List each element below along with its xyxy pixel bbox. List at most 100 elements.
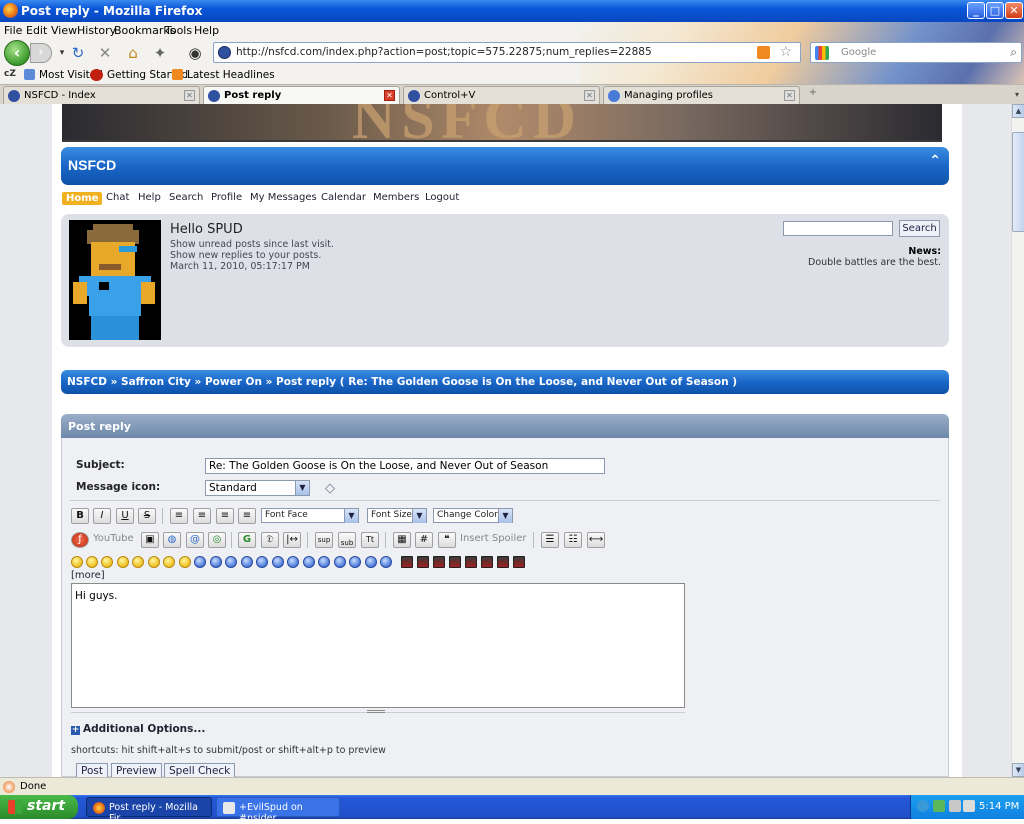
collapse-header-icon[interactable]: ⌃ (929, 153, 941, 169)
menu-tools[interactable]: Tools (165, 24, 192, 37)
smiley-icon[interactable] (241, 556, 253, 568)
sprite-icon[interactable] (401, 556, 413, 568)
sprite-icon[interactable] (449, 556, 461, 568)
smiley-icon[interactable] (210, 556, 222, 568)
sprite-icon[interactable] (481, 556, 493, 568)
nav-help[interactable]: Help (138, 192, 161, 203)
ftp-icon[interactable]: ◎ (208, 532, 226, 548)
chevron-down-icon[interactable]: ▼ (412, 509, 426, 523)
smiley-icon[interactable] (179, 556, 191, 568)
bullet-list-icon[interactable]: ☰ (541, 532, 559, 548)
sprite-icon[interactable] (465, 556, 477, 568)
font-face-select[interactable]: Font Face ▼ (261, 508, 359, 523)
menu-help[interactable]: Help (194, 24, 219, 37)
smiley-icon[interactable] (86, 556, 98, 568)
bookmark-latest-headlines[interactable]: Latest Headlines (187, 69, 275, 81)
superscript-icon[interactable]: sup (315, 532, 333, 548)
email-icon[interactable]: @ (186, 532, 204, 548)
close-window-button[interactable]: ✕ (1005, 2, 1023, 19)
tab-post-reply[interactable]: Post reply ✕ (203, 86, 400, 104)
addon-icon[interactable]: ✦ (151, 44, 169, 62)
message-icon-select[interactable]: Standard ▼ (205, 480, 310, 496)
home-icon[interactable]: ⌂ (124, 44, 142, 62)
tab-managing-profiles[interactable]: Managing profiles ✕ (603, 86, 800, 104)
smiley-icon[interactable] (349, 556, 361, 568)
security-icon[interactable] (933, 800, 945, 812)
nav-search[interactable]: Search (169, 192, 203, 203)
subscript-icon[interactable]: sub (338, 532, 356, 548)
tab-close-icon[interactable]: ✕ (184, 90, 195, 101)
teletype-icon[interactable]: Tt (361, 532, 379, 548)
google-icon[interactable] (815, 46, 829, 60)
smiley-icon[interactable] (380, 556, 392, 568)
stop-icon[interactable]: ✕ (96, 44, 114, 62)
new-replies-link[interactable]: Show new replies to your posts. (170, 250, 321, 261)
tab-close-icon[interactable]: ✕ (784, 90, 795, 101)
glow-icon[interactable]: G (238, 532, 256, 548)
tab-close-icon[interactable]: ✕ (584, 90, 595, 101)
chat-icon[interactable]: ◉ (186, 44, 204, 62)
smiley-icon[interactable] (303, 556, 315, 568)
change-color-select[interactable]: Change Color ▼ (433, 508, 513, 523)
forum-search-button[interactable]: Search (899, 220, 940, 237)
sprite-icon[interactable] (417, 556, 429, 568)
align-center-icon[interactable]: ≡ (193, 508, 211, 524)
bold-icon[interactable]: B (71, 508, 89, 524)
underline-icon[interactable]: U (116, 508, 134, 524)
menu-view[interactable]: View (51, 24, 77, 37)
breadcrumb-text[interactable]: NSFCD » Saffron City » Power On » Post r… (67, 376, 737, 388)
font-size-select[interactable]: Font Size ▼ (367, 508, 427, 523)
tab-control-v[interactable]: Control+V ✕ (403, 86, 600, 104)
nav-chat[interactable]: Chat (106, 192, 129, 203)
nav-home[interactable]: Home (62, 192, 103, 205)
back-icon[interactable]: ‹ (4, 40, 30, 66)
smiley-icon[interactable] (318, 556, 330, 568)
unread-posts-link[interactable]: Show unread posts since last visit. (170, 239, 334, 250)
url-bar[interactable]: http://nsfcd.com/index.php?action=post;t… (213, 42, 801, 63)
minimize-button[interactable]: _ (967, 2, 985, 19)
start-button[interactable]: start (0, 795, 78, 819)
chatzilla-icon[interactable]: cZ (4, 69, 16, 79)
smiley-icon[interactable] (132, 556, 144, 568)
preview-button[interactable]: Preview (111, 763, 162, 777)
more-smileys-link[interactable]: [more] (71, 570, 105, 581)
scrollbar-thumb[interactable] (1012, 132, 1024, 232)
align-right-icon[interactable]: ≡ (216, 508, 234, 524)
menu-history[interactable]: History (77, 24, 116, 37)
smiley-icon[interactable] (194, 556, 206, 568)
sprite-icon[interactable] (513, 556, 525, 568)
nav-my-messages[interactable]: My Messages (250, 192, 317, 203)
taskbar-chatzilla[interactable]: +EvilSpud on #nsider... (216, 797, 340, 824)
smiley-icon[interactable] (117, 556, 129, 568)
horizontal-rule-icon[interactable]: ⟷ (587, 532, 605, 548)
nav-profile[interactable]: Profile (211, 192, 242, 203)
smiley-icon[interactable] (287, 556, 299, 568)
nav-calendar[interactable]: Calendar (321, 192, 366, 203)
smiley-icon[interactable] (71, 556, 83, 568)
shadow-icon[interactable]: 𝔇 (261, 532, 279, 548)
volume-icon[interactable] (963, 800, 975, 812)
menu-edit[interactable]: Edit (26, 24, 47, 37)
rss-icon[interactable] (757, 46, 770, 59)
nav-members[interactable]: Members (373, 192, 419, 203)
vertical-scrollbar[interactable]: ▲ ▼ (1011, 104, 1024, 777)
smiley-icon[interactable] (148, 556, 160, 568)
strikethrough-icon[interactable]: S (138, 508, 156, 524)
hyperlink-icon[interactable]: ◍ (163, 532, 181, 548)
smiley-icon[interactable] (101, 556, 113, 568)
scroll-up-icon[interactable]: ▲ (1012, 104, 1024, 118)
taskbar-firefox[interactable]: Post reply - Mozilla Fir... (86, 797, 212, 824)
bookmark-star-icon[interactable]: ☆ (779, 44, 792, 60)
numbered-list-icon[interactable]: ☷ (564, 532, 582, 548)
spell-check-button[interactable]: Spell Check (164, 763, 236, 777)
post-button[interactable]: Post (76, 763, 108, 777)
scroll-down-icon[interactable]: ▼ (1012, 763, 1024, 777)
quote-icon[interactable]: ❝ (438, 532, 456, 548)
new-tab-icon[interactable]: + (806, 87, 820, 101)
image-icon[interactable]: ▣ (141, 532, 159, 548)
resize-handle[interactable] (367, 710, 385, 713)
message-textarea[interactable]: Hi guys. (71, 583, 685, 708)
smiley-icon[interactable] (256, 556, 268, 568)
subject-field[interactable]: Re: The Golden Goose is On the Loose, an… (205, 458, 605, 474)
chevron-down-icon[interactable]: ▼ (295, 481, 309, 495)
